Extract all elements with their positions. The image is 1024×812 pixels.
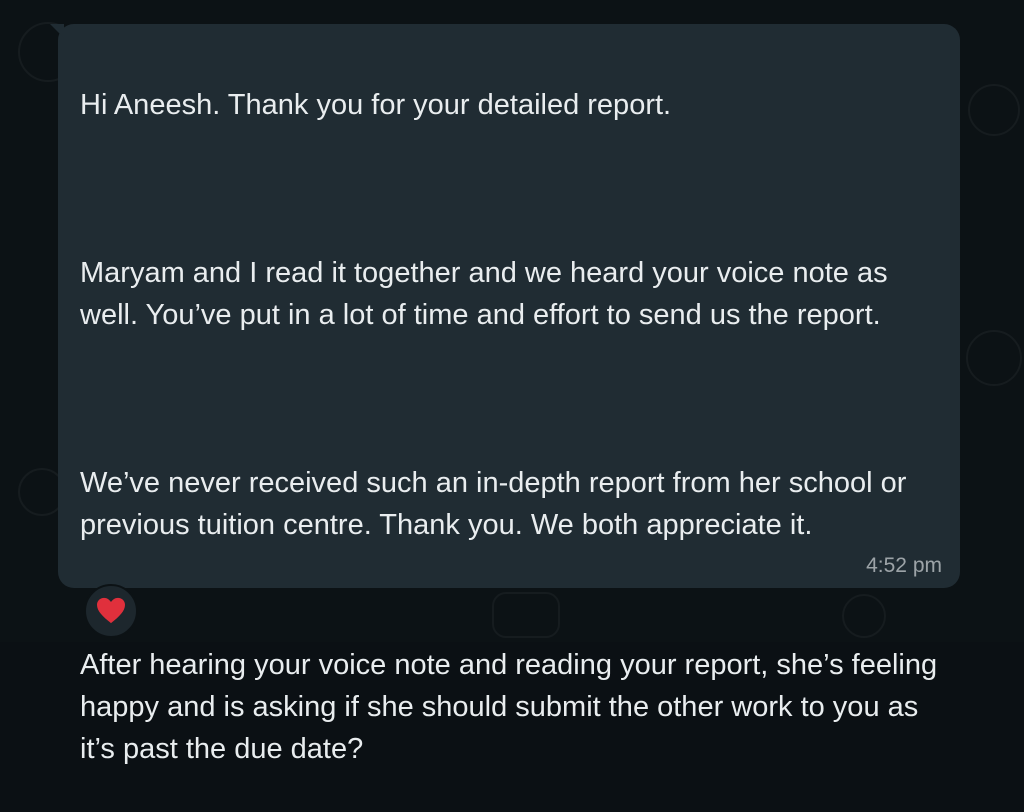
message-timestamp: 4:52 pm	[866, 554, 942, 577]
message-paragraph: We’ve never received such an in-depth re…	[80, 467, 907, 541]
message-bubble[interactable]: Hi Aneesh. Thank you for your detailed r…	[50, 24, 960, 765]
wallpaper-doodle-icon	[966, 330, 1022, 386]
message-paragraph: After hearing your voice note and readin…	[80, 649, 938, 765]
message-paragraph: Maryam and I read it together and we hea…	[80, 257, 888, 331]
message-paragraph: Hi Aneesh. Thank you for your detailed r…	[80, 89, 672, 121]
reaction-badge[interactable]	[84, 584, 138, 638]
message-body: Hi Aneesh. Thank you for your detailed r…	[80, 42, 938, 812]
wallpaper-doodle-icon	[968, 84, 1020, 136]
heart-icon	[97, 597, 125, 624]
